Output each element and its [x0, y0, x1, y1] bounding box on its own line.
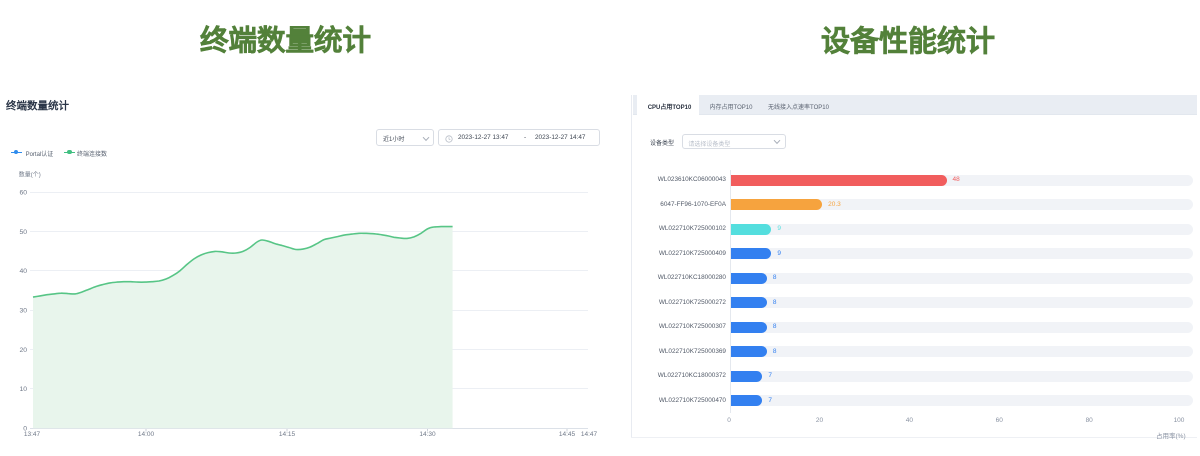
svg-text:14:30: 14:30 [419, 431, 436, 438]
svg-text:50: 50 [19, 229, 27, 236]
svg-text:60: 60 [19, 189, 27, 196]
svg-text:40: 40 [19, 268, 27, 275]
svg-text:数量(个): 数量(个) [19, 171, 41, 179]
svg-text:14:47: 14:47 [581, 431, 598, 438]
svg-text:13:47: 13:47 [24, 431, 41, 438]
svg-text:10: 10 [19, 386, 27, 393]
svg-text:14:45: 14:45 [559, 431, 576, 438]
svg-text:14:00: 14:00 [138, 431, 155, 438]
svg-text:30: 30 [19, 308, 27, 315]
svg-text:20: 20 [19, 347, 27, 354]
svg-text:14:15: 14:15 [279, 431, 296, 438]
